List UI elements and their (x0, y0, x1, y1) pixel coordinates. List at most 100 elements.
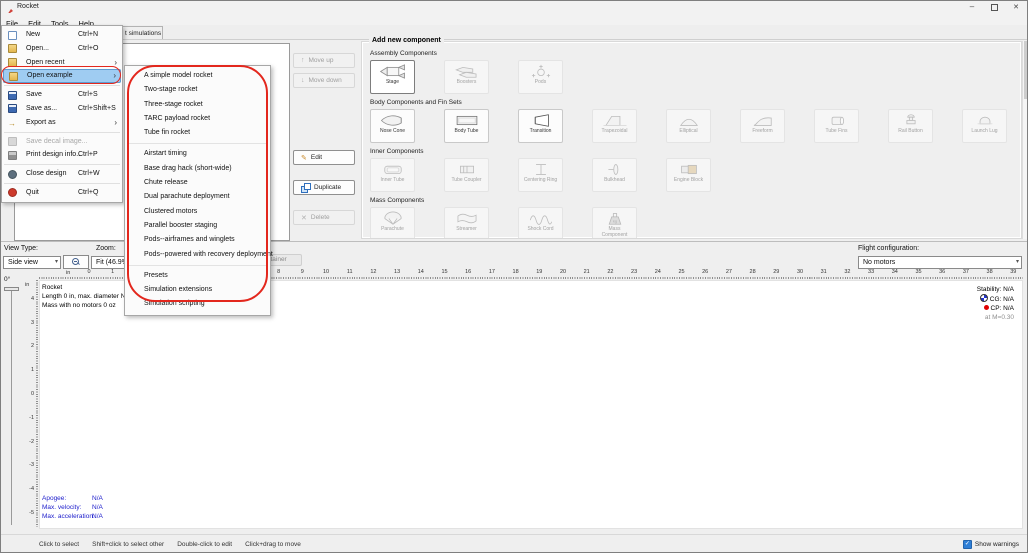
component-button-nose-cone[interactable]: Nose Cone (370, 109, 415, 143)
ruler-number: 33 (868, 269, 874, 275)
rail-button-icon (889, 110, 932, 129)
file-menu-item-print-design-info[interactable]: Print design info...Ctrl+P (2, 148, 122, 162)
cg-icon (980, 294, 988, 302)
rotation-slider-handle[interactable] (4, 287, 19, 291)
file-menu-item-new[interactable]: NewCtrl+N (2, 28, 122, 42)
status-hint: Click+drag to move (245, 541, 301, 548)
move-down-button: ↓Move down (293, 73, 355, 88)
example-menu-item-pods-airframes-and-winglets[interactable]: Pods--airframes and winglets (125, 233, 270, 247)
component-row-3: ParachuteStreamerShock CordkgMass Compon… (370, 207, 1013, 239)
menu-separator (4, 164, 120, 165)
example-menu-item-airstart-timing[interactable]: Airstart timing (125, 147, 270, 161)
example-menu-item-tube-fin-rocket[interactable]: Tube fin rocket (125, 126, 270, 140)
component-button-label: Mass Component (593, 227, 636, 239)
example-menu-item-chute-release[interactable]: Chute release (125, 176, 270, 190)
menu-item-label: Close design (26, 170, 66, 177)
component-button-label: Bulkhead (593, 178, 636, 184)
file-menu-item-open-recent[interactable]: Open recent› (2, 56, 122, 70)
horizontal-ruler-unit: in (66, 270, 70, 276)
file-menu-item-save[interactable]: SaveCtrl+S (2, 88, 122, 102)
ruler-number: 3 (31, 320, 34, 326)
flight-stat-row: Max. acceleration:N/A (42, 512, 103, 521)
restore-button[interactable] (983, 1, 1005, 13)
ruler-number: 22 (607, 269, 613, 275)
component-button-bulkhead: Bulkhead (592, 158, 637, 192)
component-button-transition[interactable]: Transition (518, 109, 563, 143)
rocket-info-text: RocketLength 0 in, max. diameter N/AMass… (42, 283, 132, 310)
component-button-streamer: Streamer (444, 207, 489, 239)
ruler-number: 26 (702, 269, 708, 275)
component-button-body-tube[interactable]: Body Tube (444, 109, 489, 143)
show-warnings-control[interactable]: ✓ Show warnings (963, 540, 1019, 549)
ruler-number: 23 (631, 269, 637, 275)
menu-item-shortcut: Ctrl+N (78, 28, 98, 42)
file-menu-dropdown: NewCtrl+NOpen...Ctrl+OOpen recent›Open e… (1, 25, 123, 203)
stability-value: Stability: N/A (977, 285, 1014, 294)
magnifier-minus-icon (72, 258, 80, 266)
minimize-button[interactable] (961, 1, 983, 13)
example-menu-item-presets[interactable]: Presets (125, 269, 270, 283)
menu-item-shortcut: Ctrl+O (78, 42, 98, 56)
example-menu-item-pods-powered-with-recovery-deployment[interactable]: Pods--powered with recovery deployment (125, 248, 270, 262)
component-button-label: Tube Coupler (445, 178, 488, 184)
pods-icon (519, 61, 562, 80)
ruler-number: 38 (987, 269, 993, 275)
tube-coupler-icon (445, 159, 488, 178)
component-button-label: Transition (519, 129, 562, 135)
example-menu-item-three-stage-rocket[interactable]: Three-stage rocket (125, 98, 270, 112)
body-tube-icon (445, 110, 488, 129)
example-menu-item-base-drag-hack-short-wide[interactable]: Base drag hack (short-wide) (125, 162, 270, 176)
duplicate-button[interactable]: Duplicate (293, 180, 355, 195)
cg-value: CG: N/A (990, 296, 1014, 303)
file-menu-item-save-decal-image[interactable]: Save decal image... (2, 135, 122, 149)
section-label-0: Assembly Components (370, 50, 437, 57)
flight-stat-row: Max. velocity:N/A (42, 503, 103, 512)
example-menu-item-two-stage-rocket[interactable]: Two-stage rocket (125, 83, 270, 97)
file-menu-item-export-as[interactable]: Export as› (2, 116, 122, 130)
file-menu-item-open[interactable]: Open...Ctrl+O (2, 42, 122, 56)
rotation-slider-track[interactable] (11, 290, 12, 525)
ruler-number: 18 (513, 269, 519, 275)
tab-flight-simulations-partial[interactable]: t simulations (119, 26, 163, 39)
component-button-stage[interactable]: Stage (370, 60, 415, 94)
example-menu-item-a-simple-model-rocket[interactable]: A simple model rocket (125, 69, 270, 83)
vertical-ruler-unit: in (25, 282, 29, 288)
duplicate-icon (301, 183, 310, 192)
example-menu-item-simulation-extensions[interactable]: Simulation extensions (125, 283, 270, 297)
example-menu-item-clustered-motors[interactable]: Clustered motors (125, 205, 270, 219)
component-button-centering-ring: Centering Ring (518, 158, 563, 192)
edit-button[interactable]: ✎Edit (293, 150, 355, 165)
component-button-label: Body Tube (445, 129, 488, 135)
ruler-number: 32 (844, 269, 850, 275)
menu-item-label: Print design info... (26, 151, 82, 158)
file-menu-item-save-as[interactable]: Save as...Ctrl+Shift+S (2, 102, 122, 116)
component-panel-scrollbar[interactable] (1022, 41, 1028, 239)
svg-text:kg: kg (613, 220, 617, 224)
move-up-button: ↑Move up (293, 53, 355, 68)
example-menu-item-dual-parachute-deployment[interactable]: Dual parachute deployment (125, 190, 270, 204)
menu-separator (127, 143, 268, 144)
arrow-up-icon: ↑ (301, 57, 305, 64)
status-hint: Click to select (39, 541, 79, 548)
example-menu-item-tarc-payload-rocket[interactable]: TARC payload rocket (125, 112, 270, 126)
component-button-elliptical: Elliptical (666, 109, 711, 143)
component-button-label: Parachute (371, 227, 414, 233)
example-menu-item-parallel-booster-staging[interactable]: Parallel booster staging (125, 219, 270, 233)
freeform-fin-icon (741, 110, 784, 129)
menu-item-label: Save (26, 91, 42, 98)
file-menu-item-quit[interactable]: QuitCtrl+Q (2, 186, 122, 200)
zoom-out-button[interactable] (63, 255, 89, 269)
checkbox-checked-icon[interactable]: ✓ (963, 540, 972, 549)
example-menu-item-simulation-scripting[interactable]: Simulation scripting (125, 297, 270, 311)
file-menu-item-close-design[interactable]: Close designCtrl+W (2, 167, 122, 181)
component-button-tube-coupler: Tube Coupler (444, 158, 489, 192)
delete-button: ✕Delete (293, 210, 355, 225)
file-menu-item-open-example[interactable]: Open example› (3, 69, 121, 83)
scrollbar-thumb[interactable] (1024, 41, 1028, 99)
rocket-figure-canvas[interactable]: RocketLength 0 in, max. diameter N/AMass… (39, 280, 1023, 529)
menu-item-label: Open recent (26, 59, 65, 66)
rocket-info-line: Rocket (42, 283, 132, 292)
cp-icon (984, 305, 989, 310)
close-button[interactable] (1005, 1, 1027, 13)
ruler-number: 29 (773, 269, 779, 275)
